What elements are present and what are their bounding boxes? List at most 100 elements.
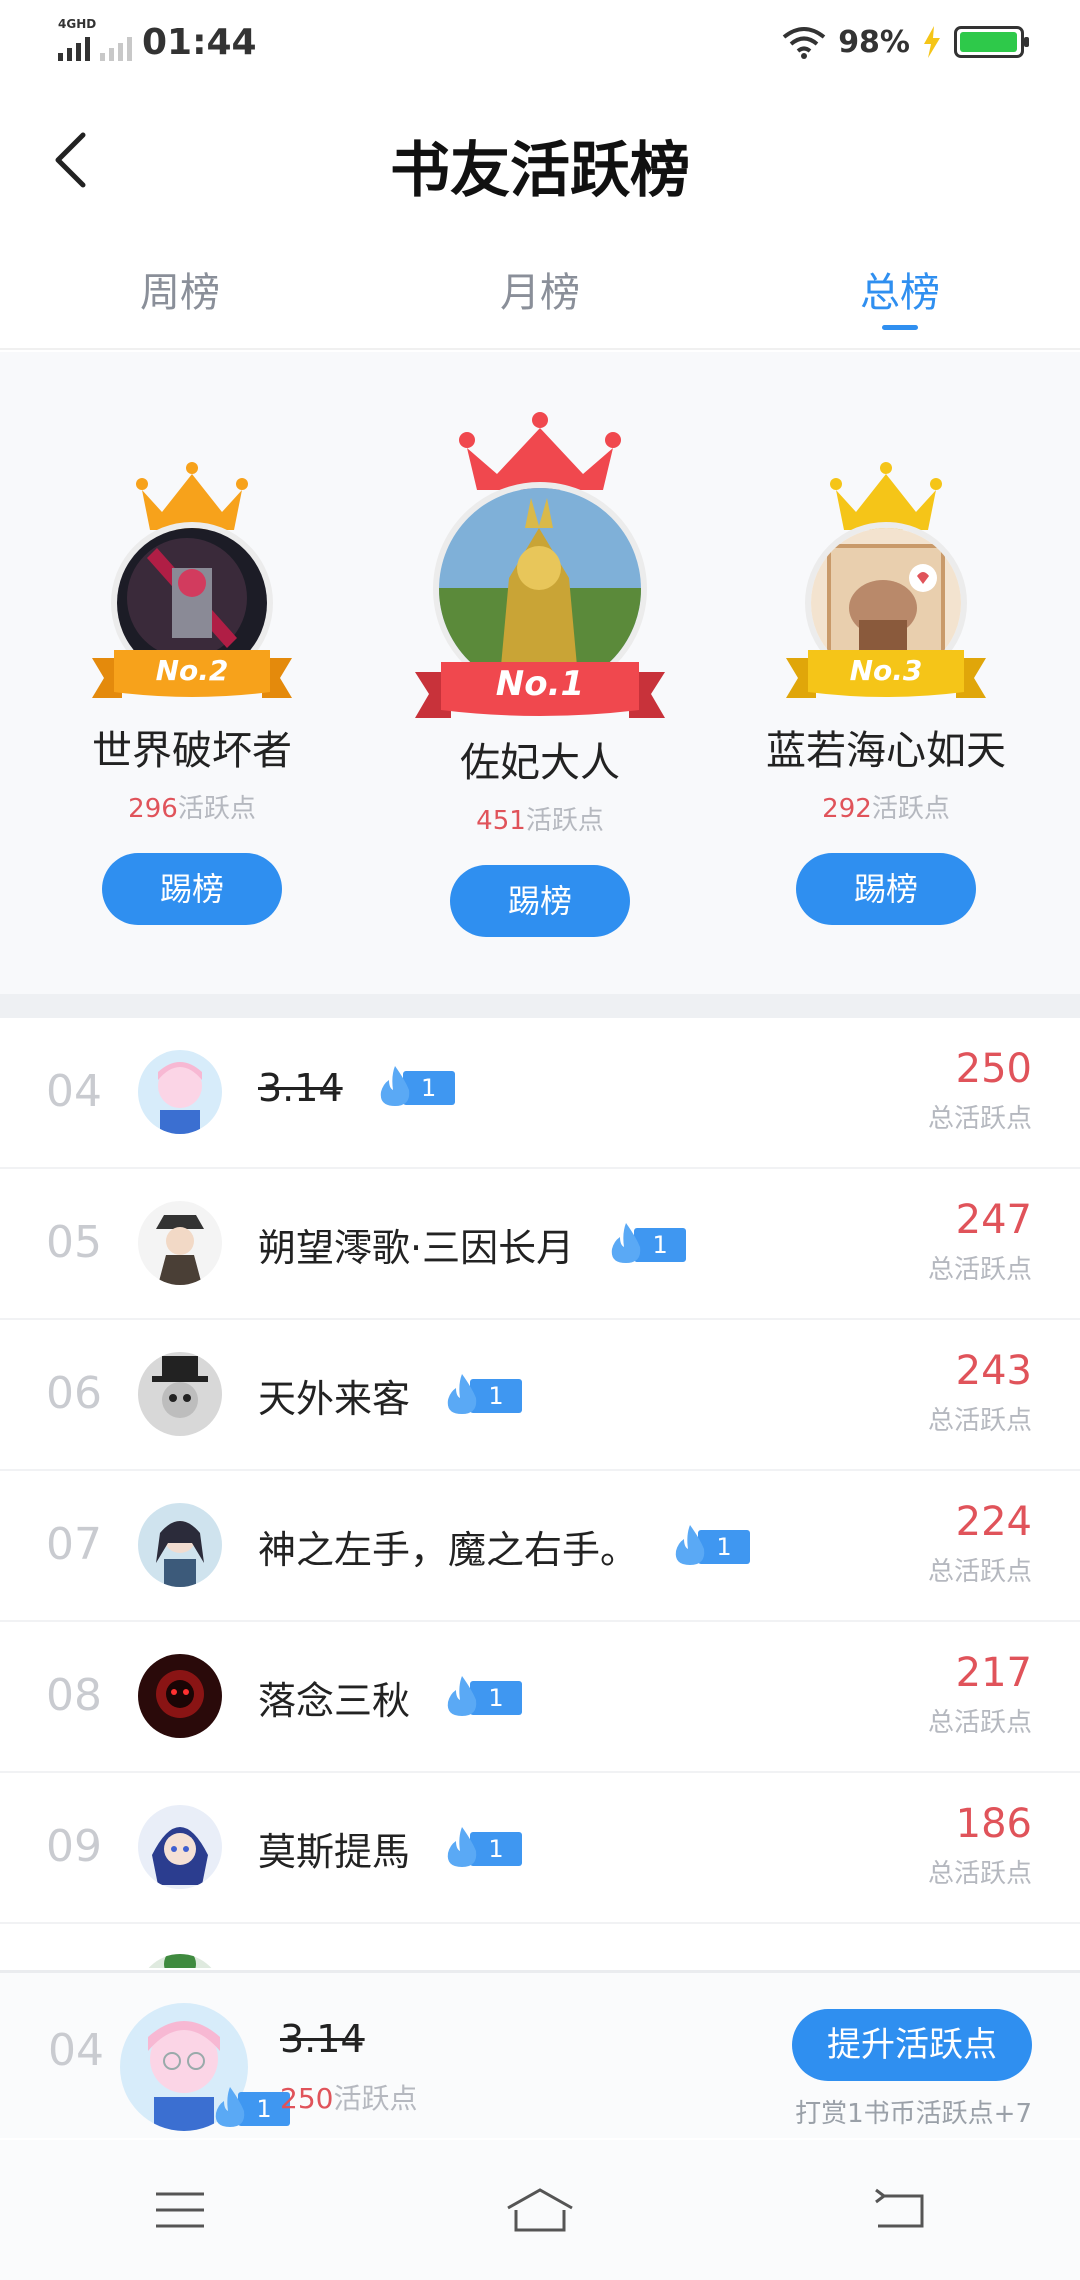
list-item[interactable]: 05 朔望澪歌·三因长月 1 247 总活跃点 bbox=[0, 1169, 1080, 1320]
home-button[interactable] bbox=[480, 2160, 600, 2260]
fan-level-badge: 1 bbox=[375, 1066, 455, 1106]
home-icon bbox=[507, 2188, 573, 2232]
score-label: 总活跃点 bbox=[927, 1557, 1032, 1587]
podium-name: 佐妃大人 bbox=[460, 740, 620, 786]
list-item[interactable] bbox=[0, 1924, 1080, 1968]
system-nav-bar bbox=[0, 2140, 1080, 2280]
tab-bar: 周榜 月榜 总榜 bbox=[0, 240, 1080, 350]
signal-icon: 4GHD bbox=[58, 17, 96, 61]
podium-points: 292活跃点 bbox=[822, 794, 950, 824]
avatar[interactable] bbox=[138, 1352, 222, 1436]
clock: 01:44 bbox=[142, 21, 257, 63]
header: 书友活跃榜 bbox=[0, 100, 1080, 220]
rank-number: 07 bbox=[46, 1519, 102, 1570]
kick-button[interactable]: 踢榜 bbox=[796, 853, 976, 925]
charging-icon bbox=[924, 26, 940, 58]
tab-total[interactable]: 总榜 bbox=[720, 240, 1080, 348]
podium-name: 蓝若海心如天 bbox=[766, 728, 1006, 774]
divider bbox=[0, 994, 1080, 1018]
flame-icon bbox=[447, 1373, 477, 1414]
rank-number: 09 bbox=[46, 1821, 102, 1872]
podium-second: No.2 世界破坏者 296活跃点 踢榜 bbox=[22, 462, 362, 925]
flame-icon bbox=[675, 1524, 705, 1565]
rank-ribbon: No.2 bbox=[22, 644, 362, 706]
score-value: 250 bbox=[955, 1046, 1032, 1092]
rank-label: No.2 bbox=[155, 654, 229, 687]
user-name: 落念三秋 bbox=[258, 1679, 411, 1723]
rank-label: No.1 bbox=[495, 664, 585, 704]
rank-label: No.3 bbox=[849, 654, 923, 687]
rank-number: 05 bbox=[46, 1217, 102, 1268]
flame-icon bbox=[215, 2087, 245, 2127]
user-name: 朔望澪歌·三因长月 bbox=[258, 1226, 575, 1270]
my-name: 3.14 bbox=[280, 2017, 365, 2061]
score-value: 247 bbox=[955, 1197, 1032, 1243]
crown-icon bbox=[459, 412, 621, 490]
score-value: 243 bbox=[955, 1348, 1032, 1394]
tab-monthly[interactable]: 月榜 bbox=[360, 240, 720, 348]
tab-weekly[interactable]: 周榜 bbox=[0, 240, 360, 348]
score-label: 总活跃点 bbox=[927, 1255, 1032, 1285]
my-rank-number: 04 bbox=[48, 2025, 104, 2076]
list-item[interactable]: 07 神之左手，魔之右手。 1 224 总活跃点 bbox=[0, 1471, 1080, 1622]
my-points: 250活跃点 bbox=[280, 2082, 418, 2115]
boost-hint: 打赏1书币活跃点+7 bbox=[795, 2099, 1032, 2129]
rank-number: 04 bbox=[46, 1066, 102, 1117]
wifi-icon bbox=[782, 27, 826, 59]
status-bar: 4GHD 01:44 98% bbox=[0, 0, 1080, 84]
rank-number: 08 bbox=[46, 1670, 102, 1721]
list-item[interactable]: 04 3.14 1 250 总活跃点 bbox=[0, 1018, 1080, 1169]
avatar[interactable] bbox=[138, 1805, 222, 1889]
podium: No.2 世界破坏者 296活跃点 踢榜 No.1 佐妃大人 451活跃点 踢榜… bbox=[0, 352, 1080, 994]
boost-activity-button[interactable]: 提升活跃点 bbox=[792, 2009, 1032, 2081]
fan-level-badge: 1 bbox=[606, 1222, 687, 1263]
rank-number: 06 bbox=[46, 1368, 102, 1419]
list-item[interactable]: 06 天外来客 1 243 总活跃点 bbox=[0, 1320, 1080, 1471]
score-label: 总活跃点 bbox=[927, 1104, 1032, 1134]
rank-ribbon: No.1 bbox=[370, 656, 710, 718]
score-value: 224 bbox=[955, 1499, 1032, 1545]
return-icon bbox=[875, 2188, 924, 2228]
user-name: 莫斯提馬 bbox=[258, 1830, 411, 1874]
back-nav-button[interactable] bbox=[840, 2160, 960, 2260]
podium-name: 世界破坏者 bbox=[92, 728, 292, 774]
menu-button[interactable] bbox=[120, 2160, 240, 2260]
avatar[interactable] bbox=[138, 1503, 222, 1587]
fan-level-badge: 1 bbox=[442, 1675, 523, 1716]
flame-icon bbox=[447, 1826, 477, 1867]
user-name: 3.14 bbox=[258, 1066, 343, 1110]
signal-2-icon bbox=[100, 37, 132, 61]
avatar[interactable] bbox=[138, 1050, 222, 1134]
rank-list[interactable]: 04 3.14 1 250 总活跃点 05 朔望澪歌·三因长月 1 247 总活… bbox=[0, 1018, 1080, 1968]
score-label: 总活跃点 bbox=[927, 1708, 1032, 1738]
podium-points: 451活跃点 bbox=[476, 806, 604, 836]
podium-first: No.1 佐妃大人 451活跃点 踢榜 bbox=[370, 412, 710, 937]
fan-level-badge: 1 bbox=[442, 1373, 523, 1414]
battery-level: 98% bbox=[838, 24, 910, 60]
fan-level-badge: 1 bbox=[210, 2087, 290, 2127]
list-item[interactable]: 09 莫斯提馬 1 186 总活跃点 bbox=[0, 1773, 1080, 1924]
score-value: 217 bbox=[955, 1650, 1032, 1696]
page-title: 书友活跃榜 bbox=[390, 136, 690, 206]
podium-third: No.3 蓝若海心如天 292活跃点 踢榜 bbox=[716, 462, 1056, 925]
score-label: 总活跃点 bbox=[927, 1406, 1032, 1436]
list-item[interactable]: 08 落念三秋 1 217 总活跃点 bbox=[0, 1622, 1080, 1773]
avatar[interactable] bbox=[138, 1201, 222, 1285]
podium-points: 296活跃点 bbox=[128, 794, 256, 824]
menu-icon bbox=[156, 2192, 204, 2228]
user-name: 神之左手，魔之右手。 bbox=[258, 1528, 639, 1572]
battery-icon bbox=[954, 26, 1029, 58]
kick-button[interactable]: 踢榜 bbox=[450, 865, 630, 937]
score-value: 186 bbox=[955, 1801, 1032, 1847]
kick-button[interactable]: 踢榜 bbox=[102, 853, 282, 925]
fan-level-badge: 1 bbox=[670, 1524, 751, 1565]
avatar[interactable] bbox=[138, 1654, 222, 1738]
user-name: 天外来客 bbox=[258, 1377, 411, 1421]
network-type: 4GHD bbox=[58, 17, 97, 31]
flame-icon bbox=[611, 1222, 641, 1263]
flame-icon bbox=[380, 1066, 409, 1106]
fan-level-badge: 1 bbox=[442, 1826, 523, 1867]
avatar[interactable] bbox=[138, 1954, 222, 1968]
rank-ribbon: No.3 bbox=[716, 644, 1056, 706]
my-rank-bar: 04 1 3.14 250活跃点 提升活跃点 打赏1书币活跃点+7 bbox=[0, 1970, 1080, 2138]
